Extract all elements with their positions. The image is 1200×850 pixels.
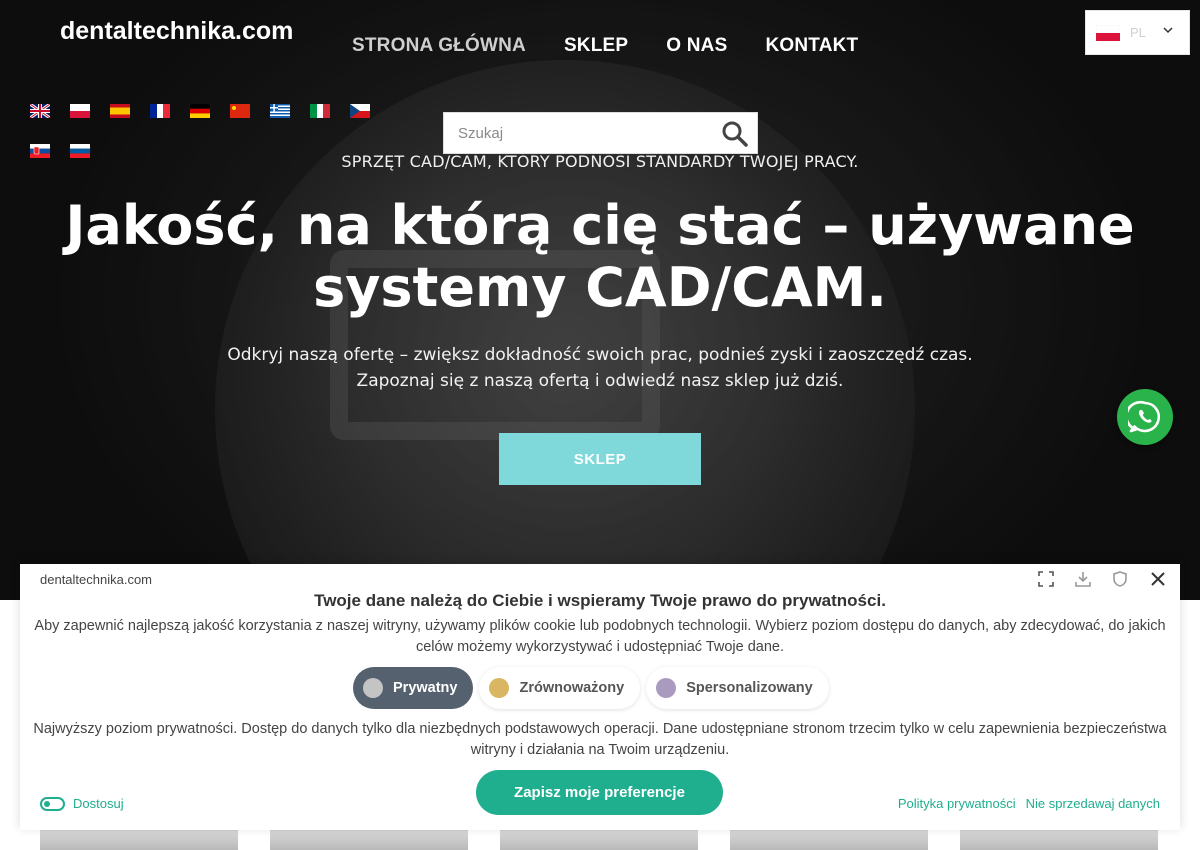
nav-item-home[interactable]: STRONA GŁÓWNA: [352, 35, 526, 57]
poland-flag-icon: [1096, 24, 1120, 41]
privacy-level-label: Spersonalizowany: [686, 680, 813, 696]
privacy-policy-link[interactable]: Polityka prywatności: [898, 796, 1016, 811]
product-thumbnail[interactable]: [500, 830, 698, 850]
shield-icon[interactable]: [1111, 570, 1129, 588]
france-flag-icon[interactable]: [150, 104, 170, 118]
hero-subline: Odkryj naszą ofertę – zwiększ dokładność…: [150, 342, 1050, 394]
whatsapp-icon: [1128, 400, 1161, 433]
customize-toggle[interactable]: Dostosuj: [40, 796, 124, 811]
hero-tagline: SPRZĘT CAD/CAM, KTÓRY PODNOSI STANDARDY …: [341, 152, 859, 171]
privacy-level-personalized[interactable]: Spersonalizowany: [646, 667, 829, 709]
do-not-sell-link[interactable]: Nie sprzedawaj danych: [1026, 796, 1160, 811]
privacy-level-label: Prywatny: [393, 680, 458, 696]
product-thumbnails: [40, 830, 1160, 850]
czech-flag-icon[interactable]: [350, 104, 370, 118]
privacy-level-description: Najwyższy poziom prywatności. Dostęp do …: [33, 721, 1167, 758]
product-thumbnail[interactable]: [730, 830, 928, 850]
expand-icon[interactable]: [1037, 570, 1055, 588]
toggle-icon: [40, 796, 65, 811]
level-dot: [656, 678, 677, 698]
site-logo[interactable]: dentaltechnika.com: [60, 16, 295, 46]
close-icon[interactable]: [1149, 570, 1167, 588]
nav-item-contact[interactable]: KONTAKT: [765, 35, 858, 57]
cookie-consent-banner: dentaltechnika.com Twoje dane należą do …: [20, 564, 1180, 830]
privacy-level-label: Zrównoważony: [519, 680, 625, 696]
cookie-banner-title: Twoje dane należą do Ciebie i wspieramy …: [314, 591, 886, 610]
privacy-level-selector: Prywatny Zrównoważony Spersonalizowany: [353, 667, 835, 709]
level-dot: [489, 678, 510, 698]
language-select[interactable]: PL: [1085, 10, 1190, 55]
customize-label: Dostosuj: [73, 796, 124, 811]
cookie-banner-site: dentaltechnika.com: [40, 572, 153, 587]
italy-flag-icon[interactable]: [310, 104, 330, 118]
cookie-banner-description: Aby zapewnić najlepszą jakość korzystani…: [34, 618, 1166, 655]
privacy-level-balanced[interactable]: Zrównoważony: [479, 667, 641, 709]
chevron-down-icon: [1163, 27, 1173, 34]
save-preferences-button[interactable]: Zapisz moje preferencje: [476, 770, 723, 815]
china-flag-icon[interactable]: [230, 104, 250, 118]
germany-flag-icon[interactable]: [190, 104, 210, 118]
hero-subline-2: Zapoznaj się z naszą ofertą i odwiedź na…: [356, 371, 844, 391]
search-icon[interactable]: [721, 120, 749, 148]
hero-subline-1: Odkryj naszą ofertę – zwiększ dokładność…: [227, 345, 973, 365]
cookie-banner-links: Polityka prywatności Nie sprzedawaj dany…: [898, 796, 1160, 811]
spain-flag-icon[interactable]: [110, 104, 130, 118]
hero-headline: Jakość, na którą cię stać – używane syst…: [65, 194, 1135, 319]
search-input[interactable]: [458, 124, 708, 142]
nav-item-shop[interactable]: SKLEP: [564, 35, 628, 57]
privacy-level-private[interactable]: Prywatny: [353, 667, 474, 709]
product-thumbnail[interactable]: [40, 830, 238, 850]
product-thumbnail[interactable]: [270, 830, 468, 850]
shop-button[interactable]: SKLEP: [499, 433, 701, 485]
main-nav: STRONA GŁÓWNA SKLEP O NAS KONTAKT: [352, 35, 858, 57]
whatsapp-button[interactable]: [1117, 389, 1173, 445]
greece-flag-icon[interactable]: [270, 104, 290, 118]
nav-item-about[interactable]: O NAS: [666, 35, 727, 57]
poland-flag-icon[interactable]: [70, 104, 90, 118]
search-box: [443, 112, 758, 154]
uk-flag-icon[interactable]: [30, 104, 50, 118]
product-thumbnail[interactable]: [960, 830, 1158, 850]
level-dot: [363, 678, 383, 698]
download-icon[interactable]: [1074, 570, 1092, 588]
language-select-value: PL: [1130, 25, 1146, 40]
